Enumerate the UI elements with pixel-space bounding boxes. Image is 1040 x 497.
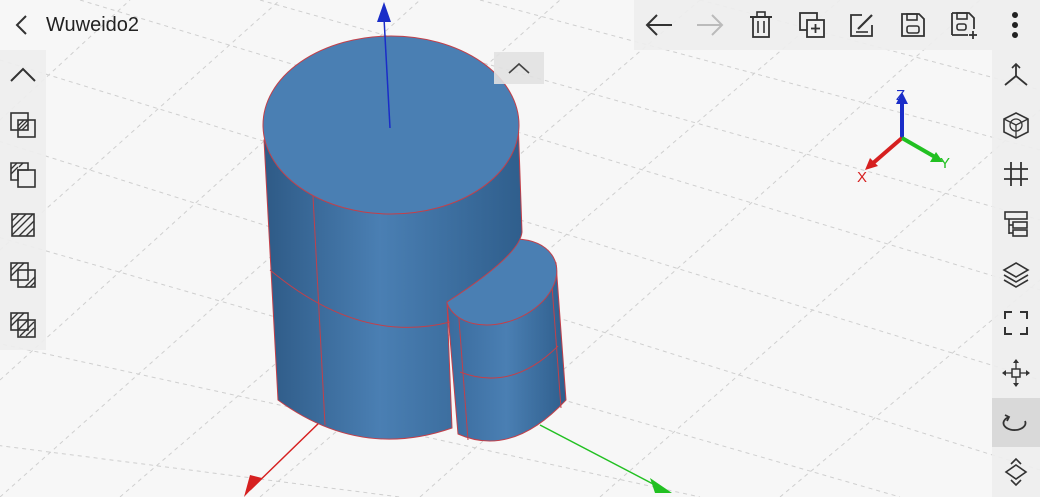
explode-button[interactable] — [992, 447, 1040, 497]
save-button[interactable] — [890, 0, 936, 50]
y-axis-line — [539, 424, 656, 486]
redo-button[interactable] — [687, 0, 733, 50]
rotate-icon — [1002, 413, 1027, 431]
z-axis-arrow — [377, 2, 391, 22]
gizmo-y-label: Y — [940, 155, 950, 172]
boolean-intersect-button[interactable] — [0, 100, 46, 150]
fit-screen-button[interactable] — [992, 298, 1040, 348]
save-as-icon — [950, 12, 977, 39]
boolean-subtract-icon — [10, 162, 36, 188]
title-bar: Wuweido2 — [0, 0, 260, 50]
document-title: Wuweido2 — [46, 13, 140, 36]
hatch-combine-button[interactable] — [0, 300, 46, 350]
redo-arrow-icon — [697, 14, 724, 36]
top-toolbar — [634, 0, 1040, 50]
delete-button[interactable] — [738, 0, 784, 50]
back-button[interactable] — [0, 0, 44, 50]
hatch-fill-icon — [11, 213, 35, 237]
undo-button[interactable] — [636, 0, 682, 50]
rotate-button[interactable] — [992, 397, 1040, 448]
hatch-combine-icon — [10, 312, 36, 338]
x-axis-arrow — [244, 475, 262, 497]
gizmo-z-label: Z — [896, 87, 905, 104]
grid-toggle-button[interactable] — [992, 149, 1040, 199]
more-options-button[interactable] — [992, 0, 1038, 50]
axis-view-button[interactable] — [992, 50, 1040, 100]
chevron-up-icon — [508, 62, 530, 74]
layers-button[interactable] — [992, 249, 1040, 299]
hatch-fill-button[interactable] — [0, 200, 46, 250]
collapse-left-panel-button[interactable] — [0, 50, 46, 100]
edit-button[interactable] — [839, 0, 885, 50]
grid-icon — [1004, 162, 1028, 187]
boolean-intersect-icon — [10, 112, 36, 138]
edit-icon — [850, 14, 874, 37]
orientation-gizmo: Z X Y — [857, 87, 950, 186]
cube-view-icon — [1003, 111, 1029, 139]
collapse-up-icon — [10, 67, 36, 82]
save-icon — [901, 13, 926, 37]
y-axis-arrow — [650, 478, 672, 493]
more-vertical-icon — [1011, 12, 1018, 38]
trash-icon — [749, 11, 772, 38]
boolean-union-button[interactable] — [0, 250, 46, 300]
move-button[interactable] — [992, 348, 1040, 398]
duplicate-icon — [798, 12, 825, 38]
left-tool-panel — [0, 50, 46, 350]
save-as-button[interactable] — [941, 0, 987, 50]
axis-view-icon — [1004, 62, 1028, 86]
x-axis-line — [249, 419, 323, 491]
layer-tree-button[interactable] — [992, 199, 1040, 249]
right-view-panel — [992, 50, 1040, 497]
chevron-left-icon — [15, 15, 27, 35]
collapse-toolbar-button[interactable] — [494, 52, 544, 84]
boolean-subtract-button[interactable] — [0, 150, 46, 200]
explode-icon — [1004, 458, 1028, 487]
fit-screen-icon — [1004, 311, 1028, 336]
move-icon — [1002, 358, 1030, 387]
boolean-union-icon — [10, 262, 36, 288]
gizmo-x-label: X — [857, 169, 867, 186]
duplicate-button[interactable] — [789, 0, 835, 50]
undo-arrow-icon — [645, 14, 673, 36]
layers-icon — [1002, 261, 1030, 288]
layer-tree-icon — [1004, 211, 1028, 237]
cube-view-button[interactable] — [992, 100, 1040, 150]
